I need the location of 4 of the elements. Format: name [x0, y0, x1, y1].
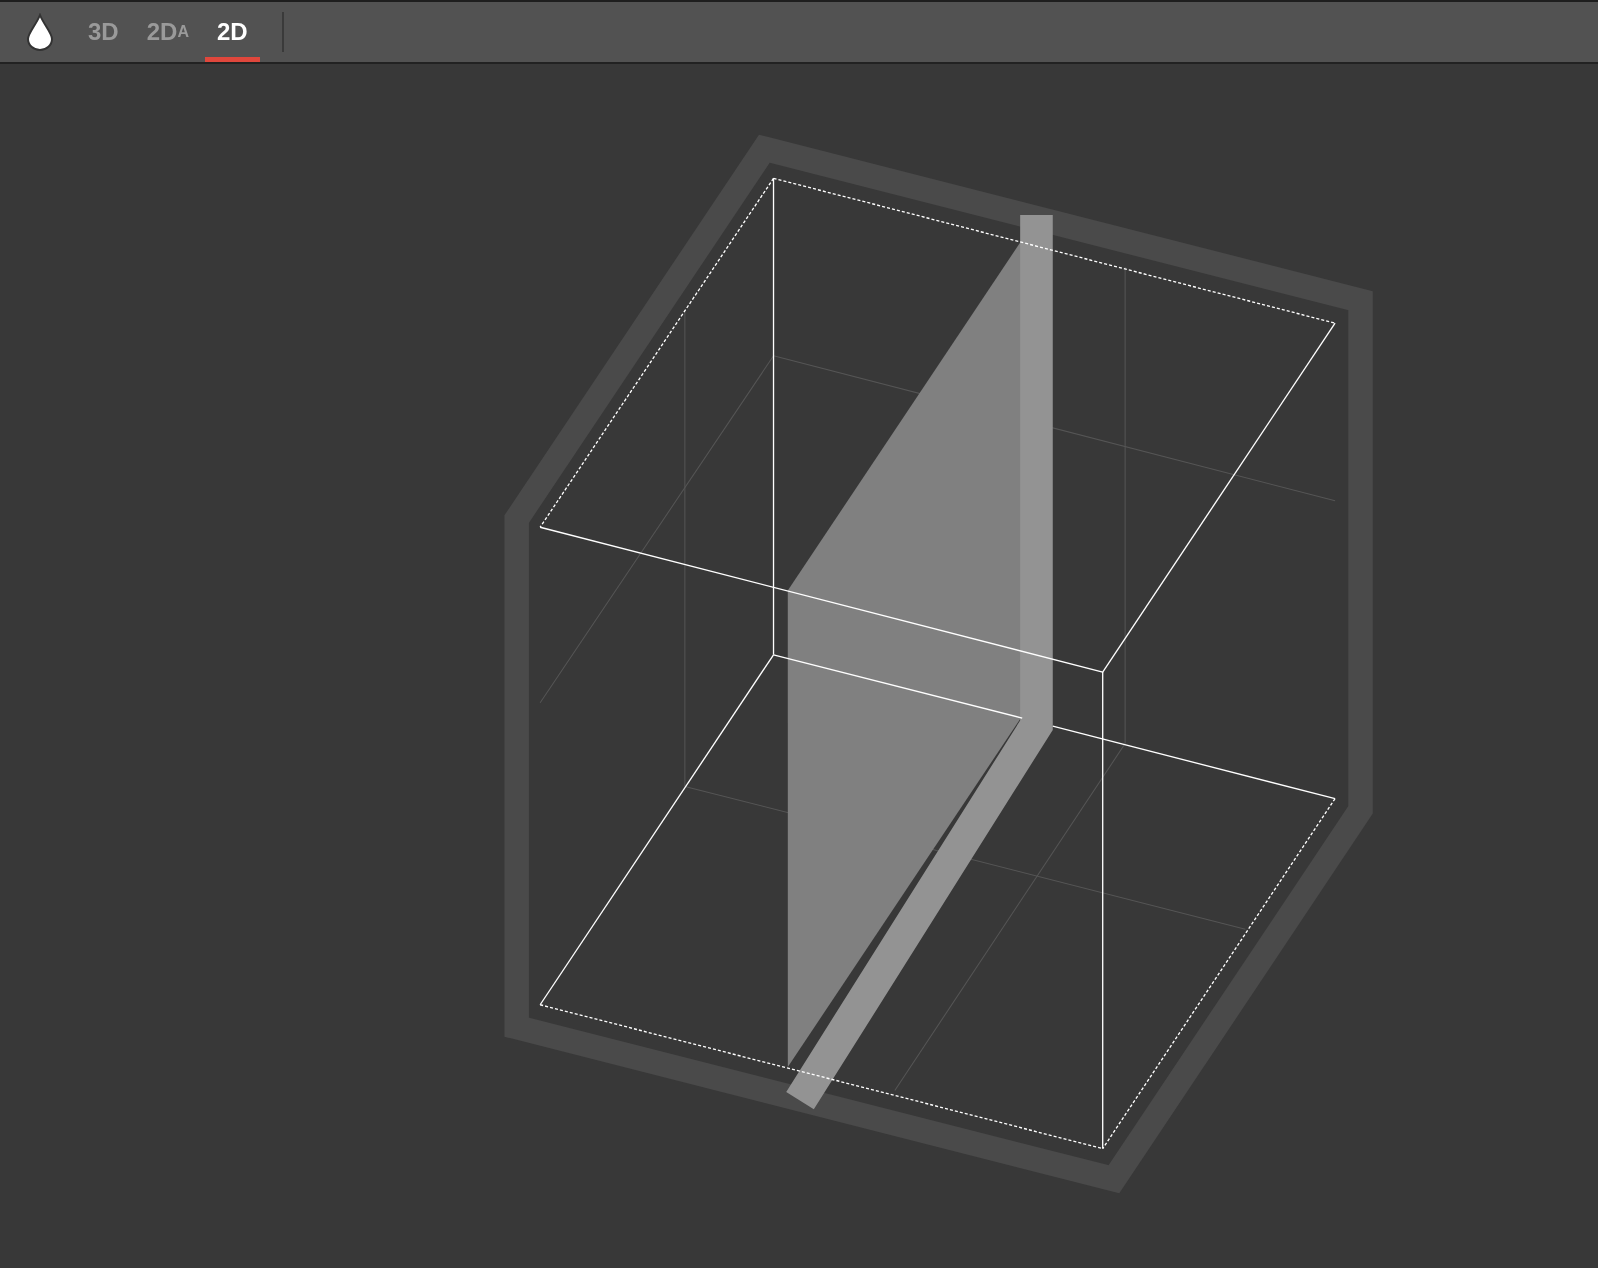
view-tab[interactable]: 2DA: [134, 2, 201, 62]
droplet-icon[interactable]: [26, 13, 54, 51]
view-tab[interactable]: 2D: [204, 2, 260, 62]
view-tab[interactable]: 3D: [76, 2, 131, 62]
